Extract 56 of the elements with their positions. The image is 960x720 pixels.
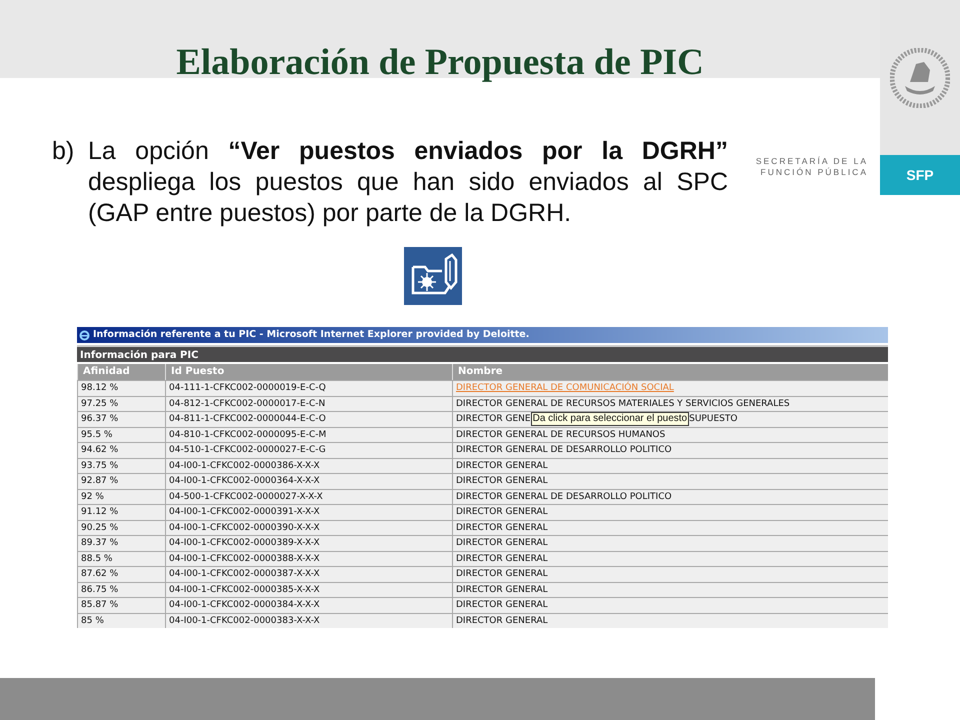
table-cell: 04-I00-1-CFKC002-0000385-X-X-X <box>165 582 452 597</box>
position-link[interactable]: DIRECTOR GENERAL <box>456 522 548 532</box>
table-cell: 04-I00-1-CFKC002-0000387-X-X-X <box>165 566 452 582</box>
agency-name: SECRETARÍA DE LA <box>756 156 868 167</box>
table-cell: 04-I00-1-CFKC002-0000388-X-X-X <box>165 550 452 566</box>
table-cell: 92 % <box>77 488 165 504</box>
table-cell: 93.75 % <box>77 458 165 473</box>
table-cell: 04-111-1-CFKC002-0000019-E-C-Q <box>165 380 452 396</box>
table-cell: 04-I00-1-CFKC002-0000386-X-X-X <box>165 458 452 473</box>
table-cell: 04-811-1-CFKC002-0000044-E-C-O <box>165 411 452 426</box>
table-cell: 04-I00-1-CFKC002-0000391-X-X-X <box>165 504 452 520</box>
position-link[interactable]: DIRECTOR GENERAL <box>456 460 548 470</box>
position-link[interactable]: DIRECTOR GENERAL <box>456 600 548 610</box>
table-cell: 04-I00-1-CFKC002-0000390-X-X-X <box>165 520 452 535</box>
table-cell: 94.62 % <box>77 442 165 458</box>
agency-name: FUNCIÓN PÚBLICA <box>760 167 868 178</box>
position-link[interactable]: DIRECTOR GENERAL <box>456 554 548 564</box>
table-cell: 04-I00-1-CFKC002-0000384-X-X-X <box>165 597 452 612</box>
table-cell: 91.12 % <box>77 504 165 520</box>
column-header: Afinidad <box>77 364 165 380</box>
position-link[interactable]: DIRECTOR GENE <box>456 412 531 427</box>
table-cell: 89.37 % <box>77 535 165 550</box>
column-header: Nombre <box>452 364 888 380</box>
table-cell: 87.62 % <box>77 566 165 582</box>
table-cell: 96.37 % <box>77 411 165 426</box>
table-cell: 04-810-1-CFKC002-0000095-E-C-M <box>165 426 452 442</box>
window-title: Información referente a tu PIC - Microsoft Internet Explorer provided by Deloitte. <box>93 328 530 342</box>
tooltip: Da click para seleccionar el puesto <box>530 412 690 426</box>
table-cell: 04-I00-1-CFKC002-0000364-X-X-X <box>165 473 452 488</box>
table-cell: 92.87 % <box>77 473 165 488</box>
position-link[interactable]: DIRECTOR GENERAL <box>456 584 548 594</box>
table-cell: 04-510-1-CFKC002-0000027-E-C-G <box>165 442 452 458</box>
table-cell: 04-812-1-CFKC002-0000017-E-C-N <box>165 396 452 411</box>
table-cell: 04-500-1-CFKC002-0000027-X-X-X <box>165 488 452 504</box>
list-marker: b) <box>52 136 76 167</box>
table-cell: 04-I00-1-CFKC002-0000389-X-X-X <box>165 535 452 550</box>
table-cell: 86.75 % <box>77 582 165 597</box>
table-cell: 98.12 % <box>77 380 165 396</box>
table-cell: 85.87 % <box>77 597 165 612</box>
position-link[interactable]: DIRECTOR GENERAL <box>456 538 548 548</box>
table-cell: 85 % <box>77 612 165 628</box>
position-link[interactable]: DIRECTOR GENERAL <box>456 569 548 579</box>
position-link[interactable]: SUPUESTO <box>689 412 738 427</box>
table-cell: 95.5 % <box>77 426 165 442</box>
position-link[interactable]: DIRECTOR GENERAL <box>456 616 548 626</box>
panel-header: Información para PIC <box>77 345 888 362</box>
column-header: Id Puesto <box>165 364 452 380</box>
position-link[interactable]: DIRECTOR GENERAL <box>456 507 548 517</box>
body-paragraph: La opción “Ver puestos enviados por la DGRH” despliega los puestos que han sido enviados al SPC (GAP entre puestos) por parte de la DGRH. <box>88 136 728 229</box>
table-cell: 88.5 % <box>77 550 165 566</box>
slide-title: Elaboración de Propuesta de PIC <box>176 42 704 84</box>
table-cell: 04-I00-1-CFKC002-0000383-X-X-X <box>165 612 452 628</box>
table-cell: 97.25 % <box>77 396 165 411</box>
position-link[interactable]: DIRECTOR GENERAL <box>456 476 548 486</box>
agency-badge: SFP <box>880 155 960 195</box>
table-cell: 90.25 % <box>77 520 165 535</box>
